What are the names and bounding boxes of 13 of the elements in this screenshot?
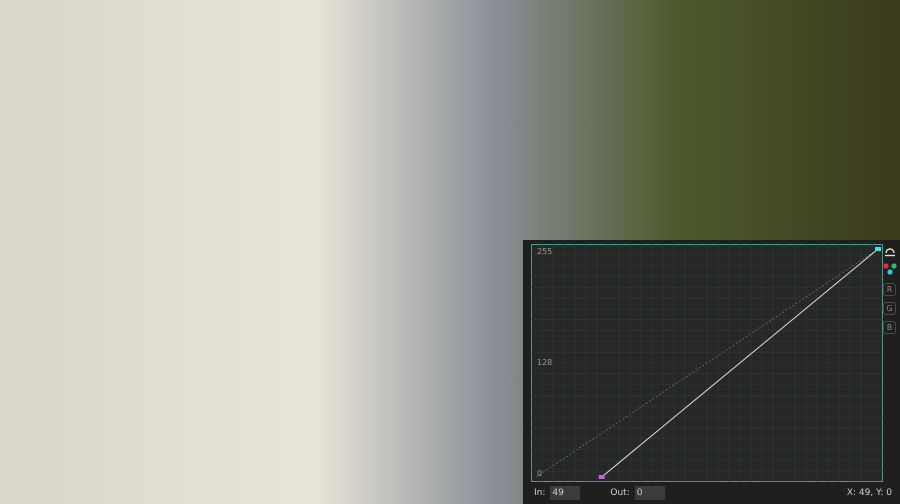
channel-button[interactable]: R: [883, 283, 896, 296]
channel-button[interactable]: G: [883, 302, 896, 315]
channel-button[interactable]: B: [883, 321, 896, 334]
axis-label: 128: [537, 358, 552, 367]
axis-label: 255: [537, 247, 552, 256]
rgb-channel-button[interactable]: [882, 263, 898, 277]
in-label: In:: [534, 488, 546, 498]
axis-label: 0: [537, 469, 542, 478]
out-label: Out:: [610, 488, 630, 498]
cursor-coordinates: X: 49, Y: 0: [846, 488, 892, 498]
out-field[interactable]: 0: [634, 486, 665, 500]
reset-icon[interactable]: [884, 246, 896, 257]
in-field[interactable]: 49: [550, 486, 580, 500]
